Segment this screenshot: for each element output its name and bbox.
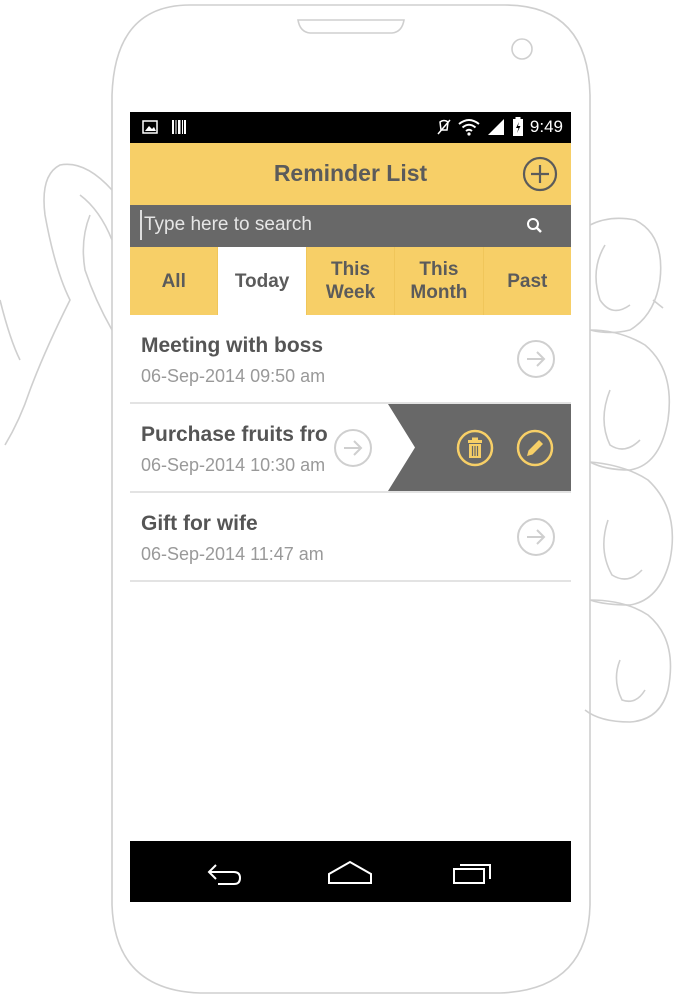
arrow-right-icon[interactable] [516, 339, 556, 379]
barcode-notification-icon [172, 120, 186, 134]
system-nav-bar [130, 841, 571, 902]
signal-icon [487, 119, 504, 135]
reminder-datetime: 06-Sep-2014 09:50 am [141, 366, 326, 386]
search-icon[interactable] [526, 217, 544, 235]
status-time: 9:49 [529, 117, 563, 136]
search-bar [130, 205, 571, 247]
arrow-right-icon[interactable] [516, 517, 556, 557]
image-notification-icon [142, 120, 158, 134]
add-reminder-button[interactable] [522, 156, 558, 192]
back-icon[interactable] [196, 853, 256, 891]
reminder-list: Meeting with boss 06-Sep-2014 09:50 am P… [130, 315, 571, 582]
swipe-actions-panel [388, 404, 571, 491]
tab-all[interactable]: All [130, 247, 219, 315]
list-item[interactable]: Purchase fruits fro 06-Sep-2014 10:30 am [130, 404, 571, 493]
tab-this-week[interactable]: This Week [307, 247, 396, 315]
reminder-title: Meeting with boss [141, 334, 324, 357]
edit-button[interactable] [515, 428, 555, 468]
wifi-icon [458, 119, 480, 136]
tab-past[interactable]: Past [484, 247, 571, 315]
arrow-right-icon[interactable] [333, 428, 373, 468]
reminder-datetime: 06-Sep-2014 10:30 am [141, 455, 326, 475]
list-item[interactable]: Meeting with boss 06-Sep-2014 09:50 am [130, 315, 571, 404]
tab-this-month[interactable]: This Month [395, 247, 484, 315]
home-icon[interactable] [320, 853, 380, 891]
app-header: Reminder List [130, 143, 571, 205]
mute-icon [437, 119, 451, 135]
list-item[interactable]: Gift for wife 06-Sep-2014 11:47 am [130, 493, 571, 582]
delete-button[interactable] [455, 428, 495, 468]
recent-apps-icon[interactable] [444, 853, 504, 891]
page-title: Reminder List [273, 160, 428, 186]
search-input[interactable] [140, 210, 514, 240]
reminder-title: Gift for wife [141, 512, 258, 535]
reminder-title: Purchase fruits fro [141, 423, 328, 446]
phone-screen: 9:49 Reminder List All Today This Week T… [130, 112, 571, 902]
battery-icon [512, 117, 523, 136]
tab-today[interactable]: Today [218, 247, 307, 315]
status-bar: 9:49 [130, 112, 571, 143]
reminder-datetime: 06-Sep-2014 11:47 am [141, 544, 324, 564]
filter-tabs: All Today This Week This Month Past [130, 247, 571, 315]
